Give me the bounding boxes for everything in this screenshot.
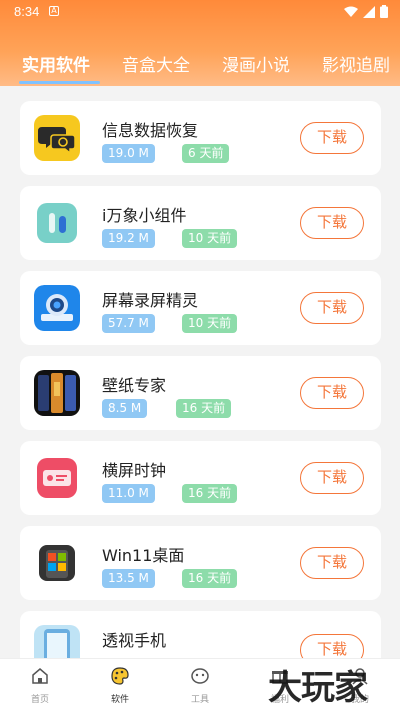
list-item[interactable]: 屏幕录屏精灵 57.7 M 10 天前 下载 [20,271,381,345]
signal-icon [363,5,375,18]
date-badge: 6 天前 [182,144,230,163]
tab-movies-tv[interactable]: 影视追剧 [322,51,390,76]
status-icons [344,5,388,18]
category-tabs: 实用软件 音盒大全 漫画小说 影视追剧 [0,46,400,84]
nav-home[interactable]: 首页 [20,667,60,705]
size-badge: 19.0 M [102,144,155,163]
app-name: 信息数据恢复 [102,121,199,140]
tab-comics-novels[interactable]: 漫画小说 [222,51,290,76]
app-name: i万象小组件 [102,206,187,225]
watermark: 大玩家 [268,668,368,708]
download-button[interactable]: 下载 [300,377,364,409]
size-badge: 13.5 M [102,569,155,588]
list-item[interactable]: 信息数据恢复 19.0 M 6 天前 下载 [20,101,381,175]
status-bar: 8:34 A [0,0,400,24]
download-button[interactable]: 下载 [300,634,364,658]
header: 8:34 A 实用软件 音盒大全 漫画小说 影视追剧 [0,0,400,86]
list-item[interactable]: 横屏时钟 11.0 M 16 天前 下载 [20,441,381,515]
size-badge: 11.0 M [102,484,155,503]
palette-icon [111,667,129,685]
app-name: Win11桌面 [102,546,185,565]
app-name: 屏幕录屏精灵 [102,291,199,310]
battery-icon [380,5,388,18]
download-button[interactable]: 下载 [300,292,364,324]
download-button[interactable]: 下载 [300,207,364,239]
clock-icon [34,455,80,501]
tab-utility-software[interactable]: 实用软件 [22,51,90,76]
nav-label: 软件 [110,695,129,705]
date-badge: 10 天前 [182,229,238,248]
list-item[interactable]: Win11桌面 13.5 M 16 天前 下载 [20,526,381,600]
wallpaper-icon [34,370,80,416]
list-item[interactable]: 透视手机 下载 [20,611,381,658]
size-badge: 8.5 M [102,399,148,418]
download-button[interactable]: 下载 [300,547,364,579]
status-time: 8:34 [14,4,40,19]
transparent-phone-icon [34,625,80,658]
size-badge: 57.7 M [102,314,155,333]
nav-label: 工具 [190,695,209,705]
nav-label: 首页 [30,695,49,705]
tab-indicator [19,81,100,84]
home-icon [32,668,48,684]
nav-tools[interactable]: 工具 [180,667,220,705]
widget-icon [34,200,80,246]
message-recovery-icon [34,115,80,161]
wifi-icon [344,6,358,17]
date-badge: 10 天前 [182,314,238,333]
nav-software[interactable]: 软件 [100,667,140,705]
app-list[interactable]: 信息数据恢复 19.0 M 6 天前 下载 i万象小组件 19.2 M 10 天… [0,86,400,658]
screen-recorder-icon [34,285,80,331]
date-badge: 16 天前 [182,484,238,503]
win11-desktop-icon [34,540,80,586]
size-badge: 19.2 M [102,229,155,248]
list-item[interactable]: 壁纸专家 8.5 M 16 天前 下载 [20,356,381,430]
tools-icon [191,668,209,684]
download-button[interactable]: 下载 [300,462,364,494]
app-name: 透视手机 [102,631,167,650]
app-name: 横屏时钟 [102,461,167,480]
app-name: 壁纸专家 [102,376,167,395]
date-badge: 16 天前 [176,399,232,418]
date-badge: 16 天前 [182,569,238,588]
download-button[interactable]: 下载 [300,122,364,154]
list-item[interactable]: i万象小组件 19.2 M 10 天前 下载 [20,186,381,260]
notification-icon: A [49,6,59,16]
tab-music-box[interactable]: 音盒大全 [122,51,190,76]
